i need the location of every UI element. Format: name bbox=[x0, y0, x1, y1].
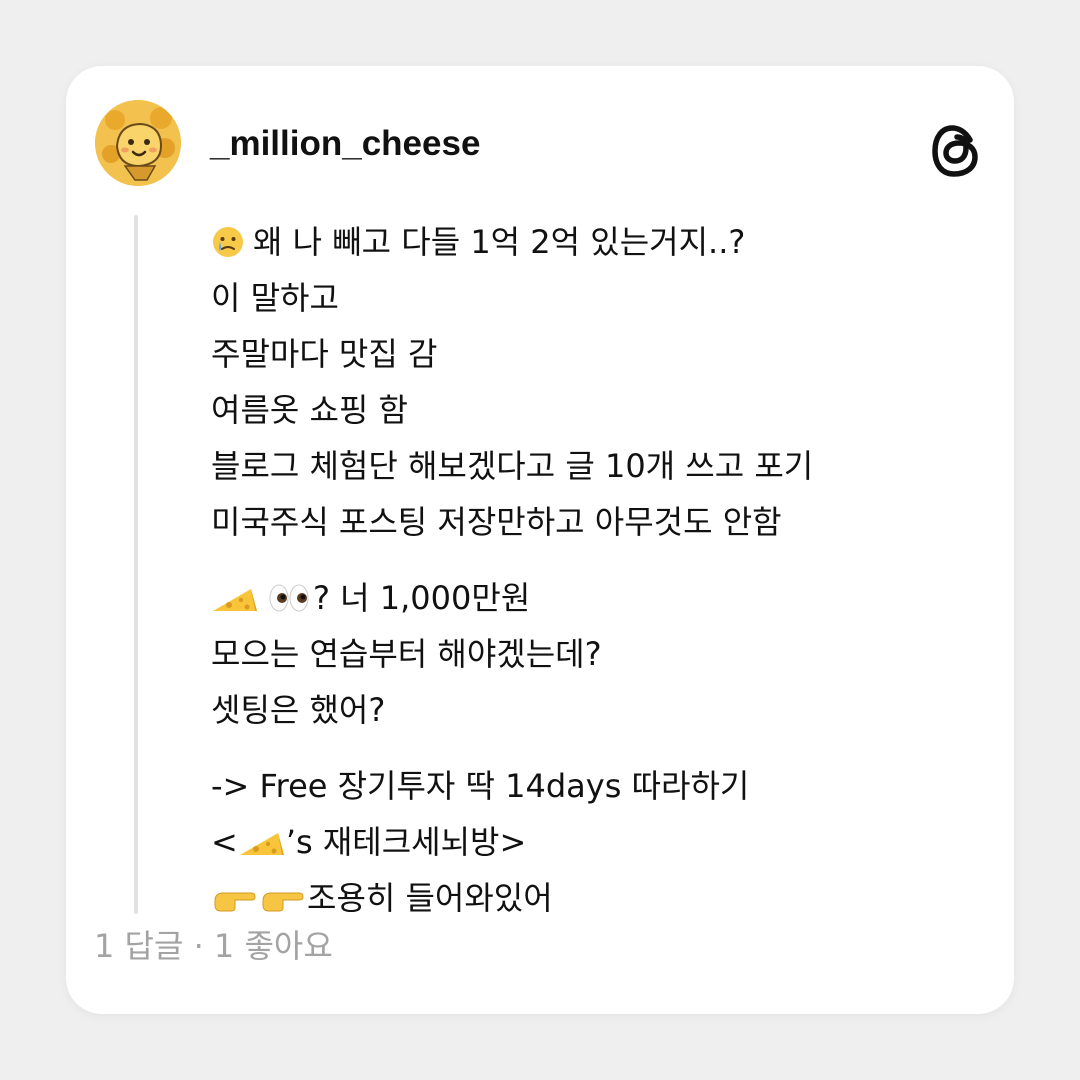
eyes-emoji-icon bbox=[267, 581, 311, 615]
threads-logo-icon[interactable] bbox=[930, 123, 982, 179]
post-line-11: < ’s 재테크세뇌방> bbox=[211, 814, 991, 870]
pointing-right-emoji-icon bbox=[211, 881, 257, 915]
user-avatar[interactable] bbox=[95, 100, 181, 186]
cheese-emoji-icon bbox=[238, 825, 286, 859]
post-line-8: 모으는 연습부터 해야겠는데? bbox=[211, 635, 602, 673]
username[interactable]: _million_cheese bbox=[210, 124, 480, 164]
post-line-3: 주말마다 맛집 감 bbox=[211, 335, 438, 373]
post-line-2: 이 말하고 bbox=[211, 279, 339, 317]
thread-connector-line bbox=[134, 215, 138, 914]
cheese-mascot-avatar-icon bbox=[95, 100, 181, 186]
post-line-7: ? 너 1,000만원 bbox=[211, 570, 991, 626]
post-body: 왜 나 빼고 다들 1억 2억 있는거지..? 이 말하고 주말마다 맛집 감 … bbox=[211, 214, 991, 926]
post-line-5: 블로그 체험단 해보겠다고 글 10개 쓰고 포기 bbox=[211, 447, 814, 485]
post-line-1-text: 왜 나 빼고 다들 1억 2억 있는거지..? bbox=[253, 223, 746, 261]
pointing-right-emoji-icon bbox=[259, 881, 305, 915]
post-line-1: 왜 나 빼고 다들 1억 2억 있는거지..? bbox=[211, 214, 991, 270]
post-line-10: -> Free 장기투자 딱 14days 따라하기 bbox=[211, 767, 750, 805]
post-line-7-text: ? 너 1,000만원 bbox=[313, 579, 531, 617]
post-card: _million_cheese 왜 나 빼고 다들 1억 2억 있는거지..? … bbox=[66, 66, 1014, 1014]
post-line-12-text: 조용히 들어와있어 bbox=[307, 879, 553, 917]
post-stats[interactable]: 1 답글 · 1 좋아요 bbox=[94, 924, 333, 968]
post-line-12: 조용히 들어와있어 bbox=[211, 870, 991, 926]
sad-tear-face-emoji-icon bbox=[211, 225, 245, 259]
post-line-11-prefix: < bbox=[211, 823, 238, 861]
post-line-6: 미국주식 포스팅 저장만하고 아무것도 안함 bbox=[211, 503, 782, 541]
post-line-11-text: ’s 재테크세뇌방> bbox=[285, 823, 527, 861]
post-line-4: 여름옷 쇼핑 함 bbox=[211, 391, 408, 429]
cheese-emoji-icon bbox=[211, 581, 259, 615]
post-line-9: 셋팅은 했어? bbox=[211, 691, 386, 729]
